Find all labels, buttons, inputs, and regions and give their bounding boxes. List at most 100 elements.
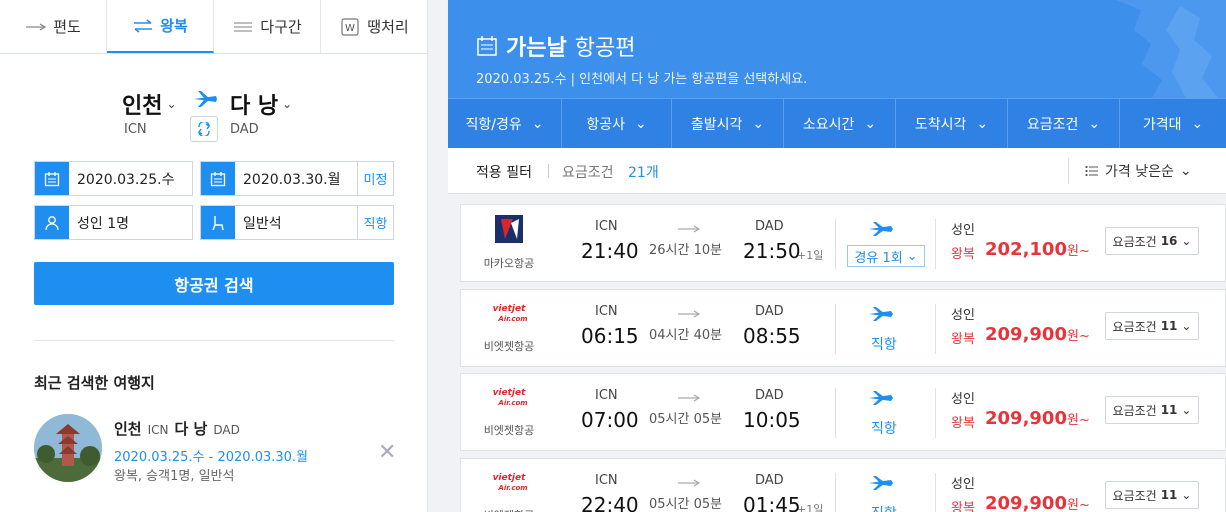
- chevron-down-icon: ⌄: [1179, 163, 1192, 179]
- arrow-right-icon: [677, 473, 701, 492]
- passenger-type: 성인: [951, 223, 975, 238]
- applied-fare-count[interactable]: 21개: [628, 162, 659, 182]
- undecided-toggle[interactable]: 미정: [357, 162, 393, 195]
- divider: [835, 473, 836, 512]
- arrival-code: DAD: [755, 304, 784, 319]
- flight-card[interactable]: vietjetAir.com 비엣젯항공 ICN 22:40 05시간 05분 …: [460, 458, 1226, 512]
- departure-code: ICN: [595, 304, 618, 319]
- filter-bar: 직항/경유 ⌄ 항공사 ⌄ 출발시각 ⌄ 소요시간 ⌄ 도착시각 ⌄ 요금조건 ⌄ 가격대 ⌄: [448, 98, 1226, 149]
- stops-dropdown[interactable]: 경유 1회 ⌄: [847, 245, 925, 267]
- close-icon[interactable]: ✕: [378, 440, 396, 465]
- chevron-down-icon: ⌄: [1088, 116, 1101, 132]
- chevron-down-icon: ⌄: [166, 97, 177, 111]
- search-flights-button[interactable]: 항공권 검색: [34, 262, 394, 305]
- airline-logo: vietjetAir.com 비엣젯항공: [461, 300, 557, 354]
- fare-conditions-button[interactable]: 요금조건 11 ⌄: [1105, 481, 1199, 509]
- price: 202,100원~: [985, 239, 1090, 260]
- filter-depart-time[interactable]: 출발시각 ⌄: [672, 99, 784, 149]
- results-panel: 가는날 항공편 2020.03.25.수 | 인천에서 다 낭 가는 항공편을 선…: [448, 0, 1226, 512]
- divider: [935, 473, 936, 512]
- tab-label: 땡처리: [367, 18, 409, 36]
- passenger-field[interactable]: 성인 1명: [34, 205, 193, 240]
- tab-round-trip[interactable]: 왕복: [107, 0, 214, 53]
- return-date-field[interactable]: 2020.03.30.월 미정: [200, 161, 394, 196]
- results-banner: 가는날 항공편 2020.03.25.수 | 인천에서 다 낭 가는 항공편을 선…: [448, 0, 1226, 98]
- arrival-time: 21:50: [743, 239, 801, 263]
- divider: [835, 388, 836, 438]
- price: 209,900원~: [985, 493, 1090, 512]
- flight-card[interactable]: 마카오항공 ICN 21:40 26시간 10분 DAD 21:50 +1일 경…: [460, 204, 1226, 282]
- recent-route: 인천 ICN 다 낭 DAD: [114, 420, 240, 438]
- vietjet-logo: vietjet Air.com: [483, 384, 535, 414]
- divider: [935, 304, 936, 354]
- destination-city[interactable]: 다 낭 ⌄: [230, 88, 292, 120]
- flight-card[interactable]: vietjet Air.com 비엣젯항공 ICN 07:00 05시간 05분 …: [460, 373, 1226, 451]
- sort-dropdown[interactable]: 가격 낮은순 ⌄: [1068, 158, 1192, 184]
- calendar-icon: [35, 162, 69, 195]
- passenger-type: 성인: [951, 477, 975, 492]
- tab-multi-city[interactable]: 다구간: [214, 0, 321, 53]
- chevron-down-icon: ⌄: [282, 97, 293, 111]
- person-icon: [35, 206, 69, 239]
- filter-duration[interactable]: 소요시간 ⌄: [784, 99, 896, 149]
- chevron-down-icon: ⌄: [864, 116, 877, 132]
- arrival-code: DAD: [755, 219, 784, 234]
- chevron-down-icon: ⌄: [1181, 488, 1192, 502]
- direct-flight-label: 직항: [871, 421, 897, 437]
- tab-one-way[interactable]: 편도: [0, 0, 107, 53]
- chevron-down-icon: ⌄: [752, 116, 765, 132]
- lines-icon: [232, 19, 254, 35]
- trip-type: 왕복: [951, 247, 975, 262]
- fare-conditions-button[interactable]: 요금조건 11 ⌄: [1105, 312, 1199, 340]
- arrow-right-icon: [25, 19, 47, 35]
- applied-fare-label[interactable]: 요금조건: [562, 162, 614, 182]
- airline-name: 마카오항공: [483, 257, 535, 270]
- chevron-down-icon: ⌄: [906, 248, 918, 264]
- flight-duration: 05시간 05분: [649, 497, 723, 512]
- divider: [935, 388, 936, 438]
- price: 209,900원~: [985, 408, 1090, 429]
- svg-text:vietjet: vietjet: [493, 473, 527, 483]
- filter-price[interactable]: 가격대 ⌄: [1120, 99, 1226, 149]
- airline-name: 비엣젯항공: [483, 424, 535, 437]
- departure-code: ICN: [595, 219, 618, 234]
- departure-code: ICN: [595, 388, 618, 403]
- direct-flight-label: 직항: [871, 337, 897, 353]
- departure-time: 21:40: [581, 239, 639, 263]
- flight-card[interactable]: vietjet Air.com 비엣젯항공 ICN 06:15 04시간 40분 …: [460, 289, 1226, 367]
- arrow-right-icon: [677, 304, 701, 323]
- recent-search-item[interactable]: 인천 ICN 다 낭 DAD 2020.03.25.수 - 2020.03.30…: [34, 414, 396, 486]
- tab-label: 다구간: [260, 18, 302, 36]
- vietjet-logo: vietjet Air.com: [483, 300, 535, 330]
- recent-dates: 2020.03.25.수 - 2020.03.30.월: [114, 450, 309, 465]
- divider: [548, 164, 549, 178]
- applied-filter-label: 적용 필터: [476, 165, 532, 181]
- map-decoration-icon: [1116, 0, 1226, 98]
- fare-conditions-button[interactable]: 요금조건 11 ⌄: [1105, 396, 1199, 424]
- applied-filters-bar: 적용 필터 요금조건 21개 가격 낮은순 ⌄: [448, 148, 1226, 194]
- divider: [835, 219, 836, 269]
- svg-text:vietjet: vietjet: [493, 388, 527, 398]
- calendar-icon: [477, 36, 497, 56]
- filter-stops[interactable]: 직항/경유 ⌄: [448, 99, 562, 149]
- filter-arrive-time[interactable]: 도착시각 ⌄: [896, 99, 1008, 149]
- fare-conditions-button[interactable]: 요금조건 16 ⌄: [1105, 227, 1199, 255]
- recent-searches-title: 최근 검색한 여행지: [34, 374, 155, 392]
- tab-label: 왕복: [160, 17, 188, 35]
- filter-airline[interactable]: 항공사 ⌄: [562, 99, 672, 149]
- cabin-field[interactable]: 일반석 직항: [200, 205, 394, 240]
- direct-toggle[interactable]: 직항: [357, 206, 393, 239]
- filter-fare[interactable]: 요금조건 ⌄: [1008, 99, 1120, 149]
- chevron-down-icon: ⌄: [1181, 403, 1192, 417]
- chevron-down-icon: ⌄: [531, 116, 544, 132]
- swap-route-button[interactable]: [190, 116, 218, 142]
- tab-last-minute[interactable]: W 땡처리: [321, 0, 427, 53]
- origin-city[interactable]: 인천 ⌄: [122, 88, 177, 120]
- airline-logo: 마카오항공: [461, 215, 557, 271]
- trip-type-tabs: 편도 왕복 다구간 W 땡처리: [0, 0, 427, 54]
- banner-subtitle: 2020.03.25.수 | 인천에서 다 낭 가는 항공편을 선택하세요.: [476, 72, 808, 87]
- depart-date-field[interactable]: 2020.03.25.수: [34, 161, 193, 196]
- svg-text:vietjet: vietjet: [493, 304, 527, 314]
- direct-flight-label: 직항: [871, 503, 897, 512]
- destination-photo: [34, 414, 102, 482]
